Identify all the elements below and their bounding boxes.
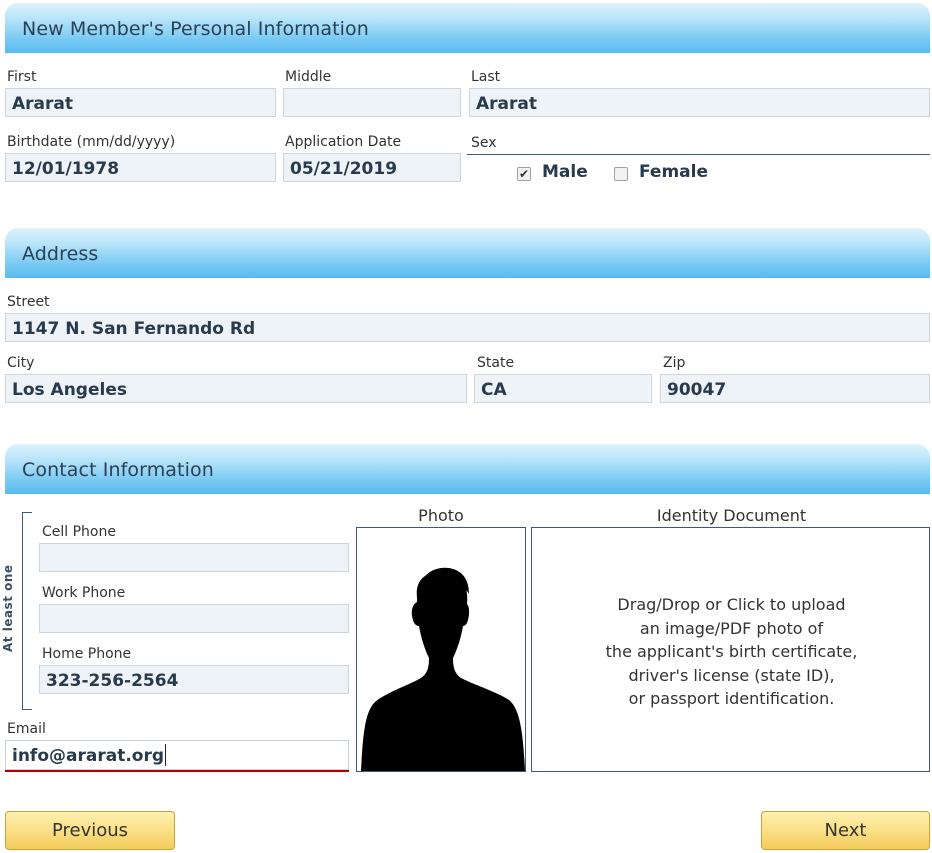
first-name-input[interactable]: Ararat [5, 88, 276, 117]
zip-label: Zip [663, 355, 686, 371]
home-phone-label: Home Phone [42, 646, 132, 662]
address-header: Address [5, 228, 930, 278]
text-caret [165, 744, 166, 766]
city-label: City [7, 355, 35, 371]
email-label: Email [7, 721, 46, 737]
state-input[interactable]: CA [474, 374, 652, 403]
contact-info-title: Contact Information [22, 459, 214, 481]
person-silhouette-icon [361, 567, 525, 771]
upload-instructions[interactable]: Drag/Drop or Click to upload an image/PD… [533, 593, 930, 711]
upload-instructions-line: an image/PDF photo of [639, 618, 824, 638]
photo-upload-box[interactable] [356, 527, 526, 772]
sex-divider [467, 154, 930, 155]
last-name-label: Last [471, 69, 501, 85]
city-input[interactable]: Los Angeles [5, 374, 467, 403]
at-least-one-bracket [22, 512, 32, 710]
sex-label: Sex [471, 135, 497, 151]
male-checkbox[interactable]: ✔ [517, 167, 531, 181]
checkmark-icon: ✔ [518, 167, 530, 181]
upload-instructions-line: Drag/Drop or Click to upload [617, 595, 846, 614]
female-label[interactable]: Female [639, 162, 708, 182]
cell-phone-input[interactable] [39, 543, 349, 572]
work-phone-input[interactable] [39, 604, 349, 633]
birthdate-label: Birthdate (mm/dd/yyyy) [7, 134, 176, 150]
upload-instructions-line: driver's license (state ID), [628, 665, 835, 685]
email-focus-underline [5, 770, 349, 772]
personal-info-title: New Member's Personal Information [22, 18, 369, 40]
upload-instructions-line: or passport identification. [628, 689, 835, 708]
identity-document-title: Identity Document [656, 506, 807, 525]
middle-name-input[interactable] [283, 88, 461, 117]
street-label: Street [7, 294, 50, 310]
contact-info-header: Contact Information [5, 444, 930, 494]
application-date-input[interactable]: 05/21/2019 [283, 153, 461, 182]
female-checkbox[interactable] [614, 167, 628, 181]
personal-info-header: New Member's Personal Information [5, 3, 930, 53]
address-title: Address [22, 243, 99, 265]
zip-input[interactable]: 90047 [660, 374, 930, 403]
work-phone-label: Work Phone [42, 585, 126, 601]
cell-phone-label: Cell Phone [42, 524, 116, 540]
at-least-one-label: At least one [1, 564, 15, 652]
last-name-input[interactable]: Ararat [469, 88, 930, 117]
photo-title: Photo [418, 506, 464, 525]
upload-instructions-line: the applicant's birth certificate, [605, 642, 858, 661]
next-button[interactable]: Next [761, 811, 930, 850]
home-phone-input[interactable]: 323-256-2564 [39, 665, 349, 694]
male-label[interactable]: Male [542, 162, 588, 182]
state-label: State [477, 355, 515, 371]
application-date-label: Application Date [285, 134, 402, 150]
first-name-label: First [7, 69, 37, 85]
email-input[interactable]: info@ararat.org [5, 740, 349, 770]
middle-name-label: Middle [285, 69, 332, 85]
birthdate-input[interactable]: 12/01/1978 [5, 153, 276, 182]
previous-button[interactable]: Previous [5, 811, 175, 850]
street-input[interactable]: 1147 N. San Fernando Rd [5, 313, 930, 342]
